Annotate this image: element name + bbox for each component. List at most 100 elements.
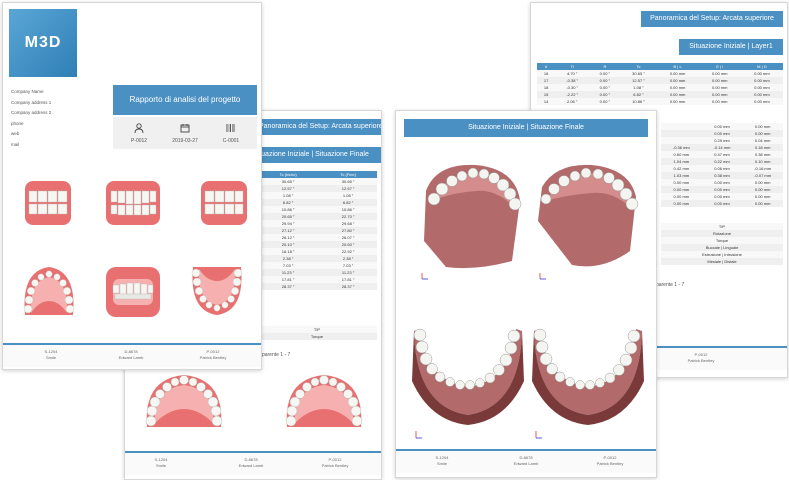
table-cell: 0.00 mm bbox=[742, 200, 783, 207]
table-cell: 0.00 ° bbox=[589, 84, 621, 91]
table-cell: 7.03 ° bbox=[319, 262, 377, 269]
table-row: 0.00 mm 0.00 mm bbox=[661, 130, 783, 137]
table-row: 17 -0.38 ° 0.00 ° 12.57 ° 0.00 mm 0.00 mm 0.00… bbox=[537, 77, 783, 84]
table-cell: 27.80 ° bbox=[319, 227, 377, 234]
table-cell: -2.22 ° bbox=[555, 91, 590, 98]
report-cover-page: M3D Company Name Company address 1 Compa… bbox=[2, 2, 262, 370]
legend-row: Mesiale | Distale bbox=[661, 258, 783, 265]
table-row: 16.18 ° 22.92 ° bbox=[257, 248, 377, 255]
table-cell: 0.00 mm bbox=[742, 123, 783, 130]
table-cell: 27.12 ° bbox=[257, 227, 320, 234]
m3d-logo: M3D bbox=[9, 9, 77, 77]
column-header: # bbox=[537, 63, 556, 70]
table-cell: 0.00 mm bbox=[656, 98, 699, 105]
table-cell: 10.86 ° bbox=[620, 98, 657, 105]
table-cell: 7.03 ° bbox=[257, 262, 320, 269]
column-header: Ti bbox=[555, 63, 590, 70]
table-row: 12.57 ° 12.57 ° bbox=[257, 185, 377, 192]
table-row: 18 -0.30 ° 0.00 ° 1.08 ° 0.00 mm 0.00 mm 0.00 … bbox=[537, 84, 783, 91]
table-cell: 0.04 mm bbox=[742, 137, 783, 144]
table-row: 0.00 mm 0.00 mm 0.00 mm bbox=[661, 193, 783, 200]
table-cell: 11.23 ° bbox=[257, 269, 320, 276]
table-cell: 0.00 mm bbox=[742, 193, 783, 200]
table-cell: 0.00 mm bbox=[656, 70, 699, 77]
table-cell: 0.00 mm bbox=[698, 91, 741, 98]
table-row: 16 4.70 ° 0.00 ° 30.65 ° 0.00 mm 0.00 mm 0.00 … bbox=[537, 70, 783, 77]
column-header: R bbox=[589, 63, 621, 70]
table-row: 0.60 mm 0.47 mm 0.38 mm bbox=[661, 151, 783, 158]
table-cell: 0.00 mm bbox=[742, 179, 783, 186]
dental-view-upper-occlusal bbox=[23, 267, 75, 315]
column-header: M | D bbox=[740, 63, 783, 70]
table-cell: 2.06 ° bbox=[555, 98, 590, 105]
table-cell: 0.06 mm bbox=[701, 165, 743, 172]
table-cell: 0.47 mm bbox=[701, 151, 743, 158]
table-cell: 30.65 ° bbox=[620, 70, 657, 77]
table-row: 1.04 mm 0.22 mm 0.10 mm bbox=[661, 158, 783, 165]
table-cell: 0.42 mm bbox=[661, 165, 702, 172]
legend-label: Estrusione | Intrusione bbox=[661, 251, 783, 258]
table-row: 0.42 mm 0.06 mm -0.16 mm bbox=[661, 165, 783, 172]
table-cell: 22.92 ° bbox=[319, 248, 377, 255]
arch-3d-initial-bottom bbox=[412, 328, 524, 439]
table-cell: 0.18 mm bbox=[742, 144, 783, 151]
table-cell: 30.65 ° bbox=[257, 178, 320, 185]
barcode-icon bbox=[226, 124, 235, 132]
table-cell: 0.00 mm bbox=[656, 91, 699, 98]
table-row: 20.65 ° 22.70 ° bbox=[257, 213, 377, 220]
table-cell: 0.00 ° bbox=[589, 77, 621, 84]
table-row: 6.82 ° 6.82 ° bbox=[257, 199, 377, 206]
table-cell bbox=[661, 137, 702, 144]
table-row: 20.10 ° 20.60 ° bbox=[257, 241, 377, 248]
page2-subheader: Situazione Iniziale | Situazione Finale bbox=[245, 147, 381, 163]
column-header: Tc bbox=[620, 63, 657, 70]
table-cell: 1.08 ° bbox=[319, 192, 377, 199]
dental-view-right bbox=[25, 181, 71, 225]
table-row: 0.00 mm 0.00 mm 0.00 mm bbox=[661, 179, 783, 186]
table-cell: 0.00 mm bbox=[701, 193, 743, 200]
table-cell: 16 bbox=[537, 70, 556, 77]
table-cell: 16.18 ° bbox=[257, 248, 320, 255]
table-cell: -0.36 mm bbox=[661, 144, 702, 151]
table-cell: -0.30 ° bbox=[555, 84, 590, 91]
dental-view-lower-occlusal bbox=[191, 267, 243, 315]
table-cell: 0.00 mm bbox=[740, 77, 783, 84]
table-cell: 0.00 mm bbox=[701, 186, 743, 193]
arch-3d-final-bottom bbox=[532, 328, 644, 439]
table-cell: 1.04 mm bbox=[661, 158, 702, 165]
page4-table: # Ti R Tc B | LE | IM | D 16 4.70 ° 0.00 ° 30.6… bbox=[537, 63, 783, 105]
table-cell: -0.16 mm bbox=[742, 165, 783, 172]
legend-row: Rotazione bbox=[661, 230, 783, 237]
table-cell: 0.60 mm bbox=[661, 151, 702, 158]
table-row: 15 -2.22 ° 0.00 ° 6.82 ° 0.00 mm 0.00 mm 0.00 … bbox=[537, 91, 783, 98]
table-cell: 10.86 ° bbox=[319, 206, 377, 213]
table-cell: 10.86 ° bbox=[257, 206, 320, 213]
table-cell: 0.00 mm bbox=[701, 123, 743, 130]
table-cell: 0.29 mm bbox=[701, 137, 743, 144]
table-cell: 22.70 ° bbox=[319, 213, 377, 220]
table-cell: 29.68 ° bbox=[319, 220, 377, 227]
upper-arch-image-b bbox=[285, 375, 363, 427]
page4-header: Panoramica del Setup: Arcata superiore bbox=[641, 11, 783, 27]
table-cell: 30.65 ° bbox=[319, 178, 377, 185]
table-row: 14 2.06 ° 0.00 ° 10.86 ° 0.00 mm 0.00 mm 0.00 … bbox=[537, 98, 783, 105]
table-cell: 0.00 mm bbox=[740, 70, 783, 77]
table-row: 7.03 ° 7.03 ° bbox=[257, 262, 377, 269]
table-row: 17.81 ° 17.81 ° bbox=[257, 276, 377, 283]
table-cell: 12.57 ° bbox=[620, 77, 657, 84]
page4-partial-table: 0.00 mm 0.00 mm 0.00 mm 0.00 mm 0.29 mm 0.04 … bbox=[661, 123, 783, 207]
table-row: -0.36 mm -0.14 mm 0.18 mm bbox=[661, 144, 783, 151]
table-row: 10.86 ° 10.86 ° bbox=[257, 206, 377, 213]
table-cell: 0.00 mm bbox=[698, 70, 741, 77]
table-cell: -0.38 ° bbox=[555, 77, 590, 84]
table-cell: 0.00 mm bbox=[742, 130, 783, 137]
table-row: 26.12 ° 26.07 ° bbox=[257, 234, 377, 241]
legend-label: Torque bbox=[661, 237, 783, 244]
table-cell: 0.00 mm bbox=[656, 77, 699, 84]
table-cell: 0.00 mm bbox=[740, 98, 783, 105]
table-cell bbox=[661, 130, 702, 137]
table-cell: 0.00 mm bbox=[656, 84, 699, 91]
table-row: 11.23 ° 11.23 ° bbox=[257, 269, 377, 276]
table-cell: 17.81 ° bbox=[319, 276, 377, 283]
table-cell: 0.00 mm bbox=[698, 77, 741, 84]
